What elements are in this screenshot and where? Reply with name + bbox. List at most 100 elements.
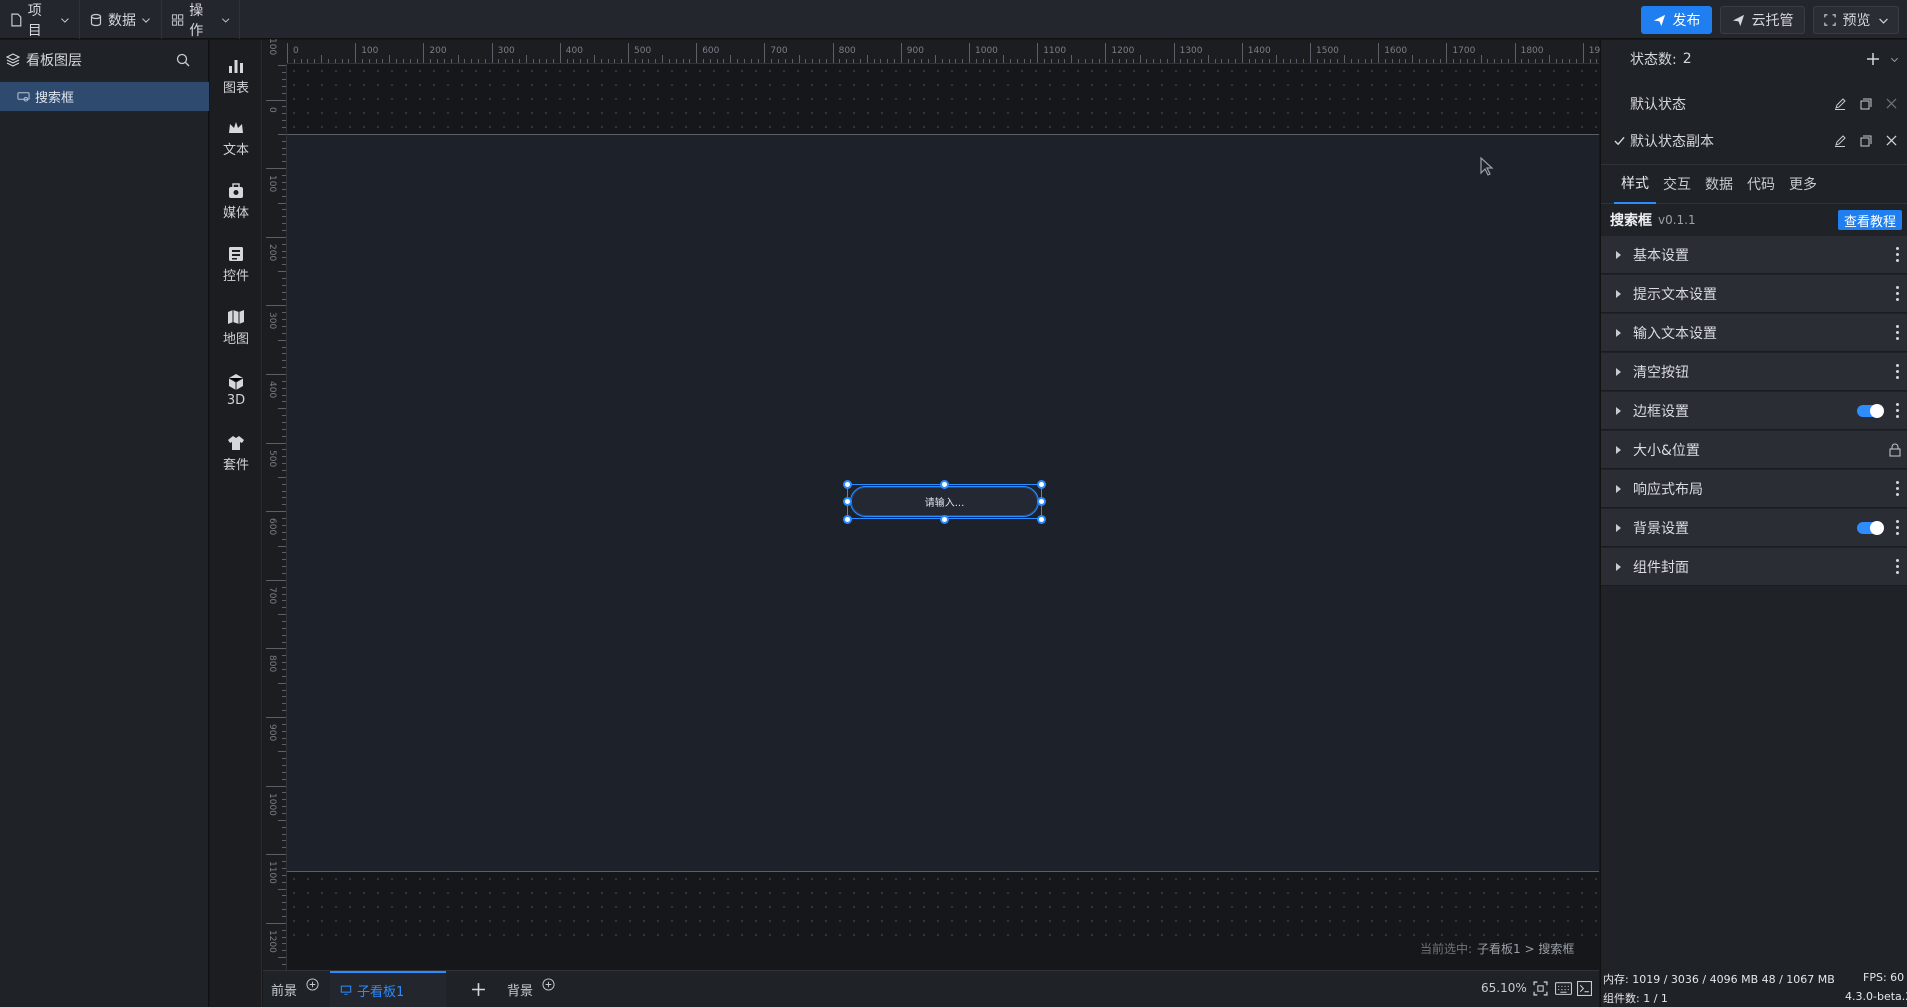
more-vertical-icon[interactable] [1896, 364, 1900, 380]
add-circle-icon[interactable] [306, 977, 319, 991]
ruler-tick-label: 500 [267, 449, 277, 467]
add-state-icon[interactable] [1866, 52, 1880, 66]
section-2[interactable]: 输入文本设置 [1601, 314, 1907, 352]
state-item-default[interactable]: 默认状态 [1601, 85, 1907, 123]
ruler-mark [282, 655, 286, 657]
edit-icon[interactable] [1834, 98, 1846, 110]
resize-handle-tl[interactable] [843, 480, 852, 489]
more-vertical-icon[interactable] [1896, 559, 1900, 575]
search-icon[interactable] [176, 53, 190, 67]
more-vertical-icon[interactable] [1896, 403, 1900, 419]
ruler-mark [1350, 59, 1352, 63]
ruler-mark [1214, 59, 1216, 63]
panel-tab-1[interactable]: 交互 [1656, 164, 1698, 204]
edit-icon[interactable] [1834, 135, 1846, 147]
ruler-mark [1269, 59, 1271, 63]
caret-right-icon [1616, 523, 1621, 532]
tool-kit[interactable]: 套件 [210, 427, 262, 479]
layer-item-search-box[interactable]: 搜索框 [0, 82, 209, 111]
cloud-host-button[interactable]: 云托管 [1720, 6, 1805, 34]
ruler-mark [1255, 59, 1257, 63]
keyboard-icon[interactable] [1555, 982, 1572, 995]
vertical-ruler[interactable]: 100 0 100 200 300 400 500 600 700 800 900 1000 1100 1… [263, 38, 287, 986]
ruler-mark [573, 59, 575, 63]
ruler-mark [282, 72, 286, 74]
section-0[interactable]: 基本设置 [1601, 236, 1907, 274]
tab-foreground[interactable]: 前景 [271, 971, 319, 1007]
tool-map[interactable]: 地图 [210, 301, 262, 353]
state-item-copy[interactable]: 默认状态副本 [1601, 122, 1907, 160]
ruler-mark [282, 943, 286, 945]
tool-label: 文本 [222, 142, 249, 158]
panel-tab-0[interactable]: 样式 [1614, 164, 1656, 204]
zoom-level[interactable]: 65.10% [1481, 981, 1527, 995]
section-8[interactable]: 组件封面 [1601, 548, 1907, 586]
tutorial-button[interactable]: 查看教程 [1837, 210, 1902, 230]
section-1[interactable]: 提示文本设置 [1601, 275, 1907, 313]
menu-operate[interactable]: 操作 [162, 0, 240, 39]
section-7[interactable]: 背景设置 [1601, 509, 1907, 547]
ruler-mark [282, 463, 286, 465]
component-count: 组件数: 1 / 1 [1603, 992, 1668, 1005]
close-icon[interactable] [1886, 98, 1897, 109]
caret-right-icon [1616, 406, 1621, 415]
ruler-mark [282, 915, 286, 917]
resize-handle-br[interactable] [1037, 515, 1046, 524]
chevron-down-icon[interactable] [1890, 55, 1899, 64]
more-vertical-icon[interactable] [1896, 481, 1900, 497]
more-vertical-icon[interactable] [1896, 247, 1900, 263]
tool-chart[interactable]: 图表 [210, 50, 262, 102]
menu-project[interactable]: 项目 [0, 0, 80, 39]
horizontal-ruler[interactable]: 0 100 200 300 400 500 600 700 800 900 1000 1100 1200… [287, 40, 1646, 64]
add-page-icon[interactable] [471, 982, 486, 997]
resize-handle-l[interactable] [843, 497, 852, 506]
section-4[interactable]: 边框设置 [1601, 392, 1907, 430]
more-vertical-icon[interactable] [1896, 286, 1900, 302]
section-toggle[interactable] [1857, 404, 1884, 418]
tab-background[interactable]: 背景 [507, 971, 555, 1007]
section-6[interactable]: 响应式布局 [1601, 470, 1907, 508]
close-icon[interactable] [1886, 135, 1897, 146]
selection-box [847, 484, 1042, 519]
resize-handle-b[interactable] [940, 515, 949, 524]
ruler-mark [443, 59, 445, 63]
tool-media[interactable]: 媒体 [210, 175, 262, 227]
resize-handle-tr[interactable] [1037, 480, 1046, 489]
section-toggle[interactable] [1857, 521, 1884, 535]
menu-data[interactable]: 数据 [80, 0, 162, 39]
ruler-mark [1275, 55, 1277, 63]
state-count-label: 状态数: [1630, 52, 1677, 68]
database-icon [90, 13, 102, 26]
ruler-tick-label: 900 [906, 46, 924, 56]
section-5[interactable]: 大小&位置 [1601, 431, 1907, 469]
more-vertical-icon[interactable] [1896, 520, 1900, 536]
resize-handle-r[interactable] [1037, 497, 1046, 506]
tool-text[interactable]: 文本 [210, 112, 262, 164]
add-circle-icon[interactable] [542, 977, 555, 991]
panel-tab-3[interactable]: 代码 [1740, 164, 1782, 204]
tool-3d[interactable]: 3D [210, 364, 262, 416]
publish-button[interactable]: 发布 [1641, 6, 1712, 34]
ruler-mark [282, 92, 286, 94]
ruler-mark [1405, 59, 1407, 63]
panel-tab-2[interactable]: 数据 [1698, 164, 1740, 204]
ruler-mark [282, 223, 286, 225]
ruler-mark [962, 59, 964, 63]
resize-handle-t[interactable] [940, 480, 949, 489]
terminal-icon[interactable] [1577, 981, 1592, 996]
ruler-tick-label: 700 [267, 586, 277, 604]
tool-control[interactable]: 控件 [210, 238, 262, 290]
publish-label: 发布 [1672, 13, 1701, 29]
panel-tab-4[interactable]: 更多 [1782, 164, 1824, 204]
copy-icon[interactable] [1860, 135, 1872, 147]
copy-icon[interactable] [1860, 98, 1872, 110]
ruler-mark [471, 59, 473, 63]
preview-button[interactable]: 预览 [1813, 6, 1899, 34]
artboard[interactable]: 请输入... [287, 134, 1599, 872]
more-vertical-icon[interactable] [1896, 325, 1900, 341]
fit-screen-icon[interactable] [1533, 981, 1548, 996]
resize-handle-bl[interactable] [843, 515, 852, 524]
lock-icon[interactable] [1889, 443, 1901, 457]
section-3[interactable]: 清空按钮 [1601, 353, 1907, 391]
tab-sub-board-1[interactable]: 子看板1 [330, 971, 446, 1007]
